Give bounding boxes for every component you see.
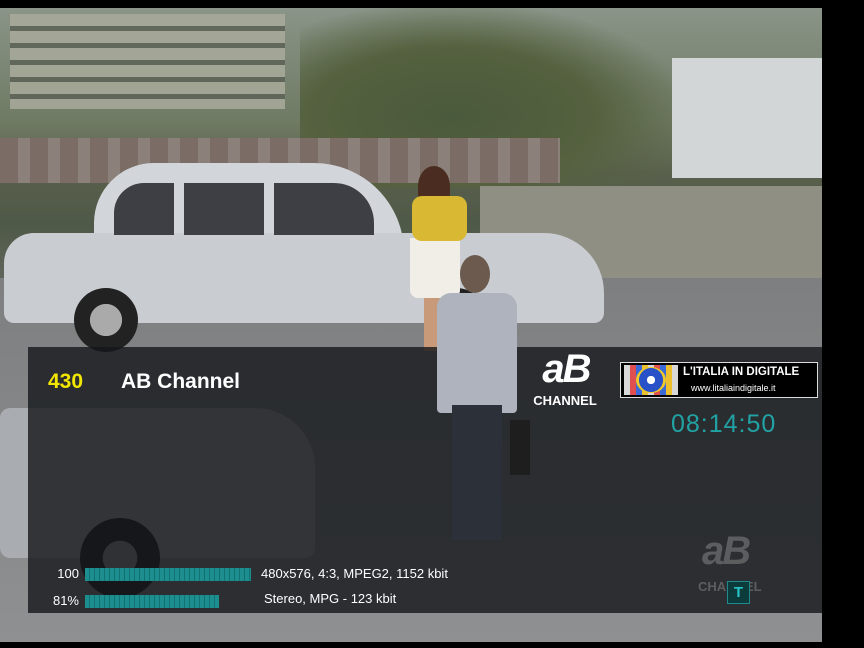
audio-signal-bar — [85, 595, 251, 608]
channel-logo: aB CHANNEL — [526, 347, 606, 409]
watermark-mark: aB — [702, 529, 751, 573]
banner-url: www.litaliaindigitale.it — [691, 383, 776, 393]
man-figure — [432, 255, 530, 550]
channel-logo-mark: aB — [542, 347, 591, 391]
clock: 08:14:50 — [671, 410, 777, 438]
audio-stream-info: Stereo, MPG - 123 kbit — [264, 591, 397, 606]
background-building-left — [10, 14, 285, 109]
audio-signal-fill — [85, 595, 220, 608]
banner-title: L'ITALIA IN DIGITALE — [683, 366, 800, 378]
channel-number: 430 — [48, 370, 84, 393]
video-signal-label: 100 — [57, 566, 79, 581]
audio-signal-label: 81% — [52, 593, 79, 608]
video-signal-fill — [85, 568, 251, 581]
teletext-icon: T — [727, 581, 750, 604]
channel-logo-text: CHANNEL — [533, 393, 597, 408]
video-signal-bar — [85, 568, 251, 581]
test-card-icon — [624, 365, 678, 395]
italia-digitale-banner: L'ITALIA IN DIGITALE www.litaliaindigita… — [620, 362, 818, 398]
background-building-right — [672, 58, 822, 178]
channel-name: AB Channel — [121, 370, 241, 393]
video-stream-info: 480x576, 4:3, MPEG2, 1152 kbit — [261, 566, 448, 581]
